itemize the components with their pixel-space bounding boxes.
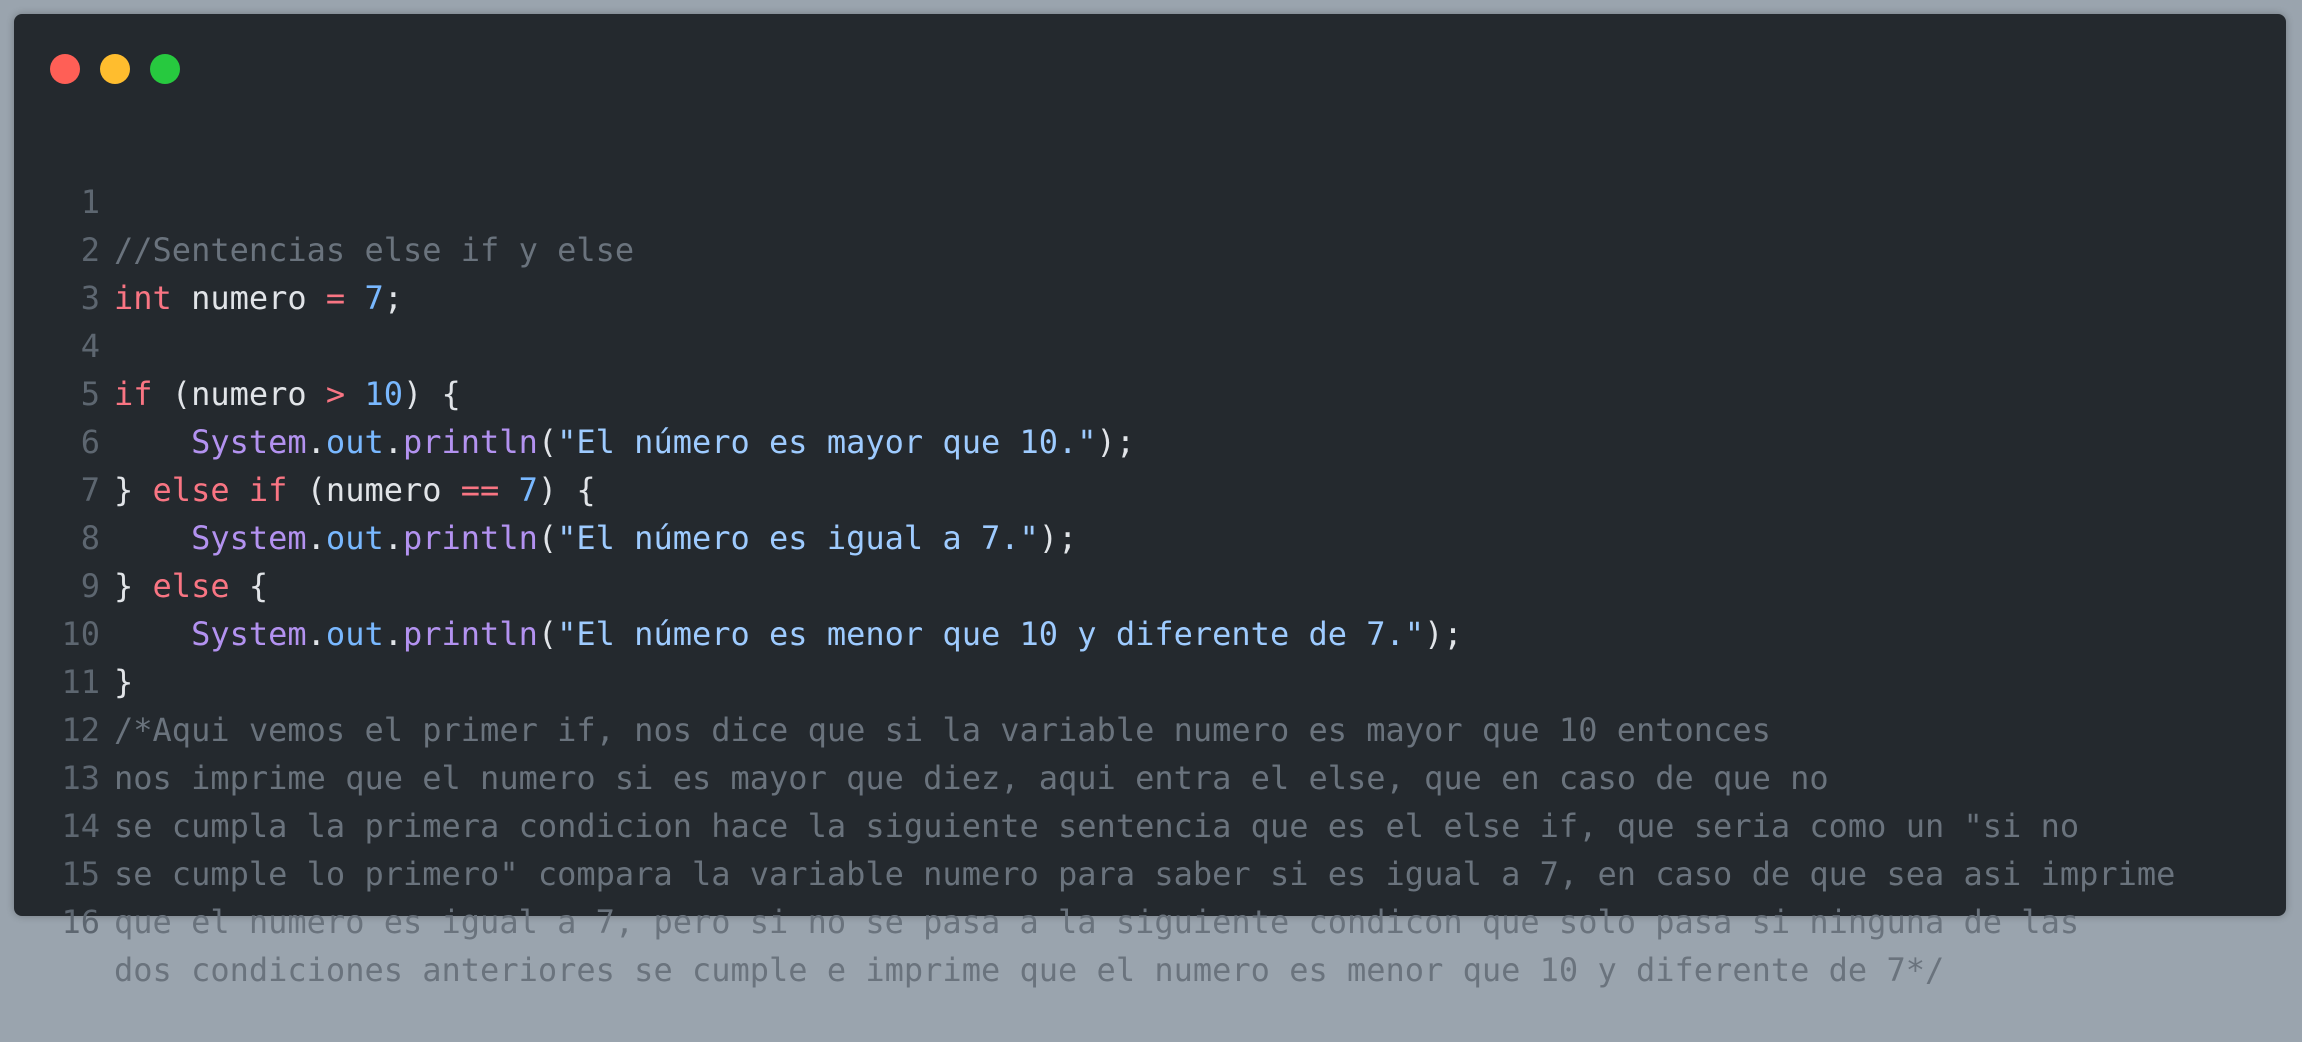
code-text: int numero = 7;: [114, 274, 403, 322]
string: "El número es menor que 10 y diferente d…: [557, 615, 1425, 653]
punctuation: {: [229, 567, 269, 605]
code-text: se cumple lo primero" compara la variabl…: [114, 850, 2175, 898]
punctuation: );: [1096, 423, 1136, 461]
code-line: 14 se cumple lo primero" compara la vari…: [14, 754, 2175, 893]
code-window: 1 //Sentencias else if y else 2 int nume…: [14, 14, 2286, 989]
code-line: 15 que el numero es igual a 7, pero si n…: [14, 802, 2079, 941]
identifier: (numero: [152, 375, 326, 413]
class-name: System: [191, 519, 307, 557]
string: "El número es igual a 7.": [557, 519, 1039, 557]
code-text: if (numero > 10) {: [114, 370, 461, 418]
close-button[interactable]: [50, 54, 80, 84]
code-line: 16 dos condiciones anteriores se cumple …: [14, 850, 1944, 989]
punctuation: .: [306, 615, 326, 653]
identifier: numero: [171, 279, 326, 317]
code-text: nos imprime que el numero si es mayor qu…: [114, 754, 1829, 802]
code-text: se cumpla la primera condicion hace la s…: [114, 802, 2079, 850]
keyword: if: [248, 471, 288, 509]
code-line: 2 int numero = 7;: [14, 178, 403, 317]
punctuation: ) {: [402, 375, 461, 413]
string: "El número es mayor que 10.": [557, 423, 1097, 461]
punctuation: .: [383, 519, 403, 557]
number: 7: [364, 279, 384, 317]
method: println: [402, 423, 538, 461]
code-line: 7 System.out.println("El número es igual…: [14, 418, 1078, 557]
punctuation: (: [537, 519, 558, 557]
punctuation: );: [1038, 519, 1078, 557]
punctuation: .: [383, 615, 403, 653]
keyword: else: [152, 567, 230, 605]
punctuation: ) {: [537, 471, 596, 509]
method: println: [402, 519, 538, 557]
comment: /*Aqui vemos el primer if, nos dice que …: [114, 711, 1771, 749]
operator: ==: [460, 471, 500, 509]
method: println: [402, 615, 538, 653]
punctuation: );: [1424, 615, 1463, 653]
field: out: [325, 615, 384, 653]
code-line: 11 /*Aqui vemos el primer if, nos dice q…: [14, 610, 1770, 749]
code-line: 6 } else if (numero == 7) {: [14, 370, 596, 509]
code-line: 12 nos imprime que el numero si es mayor…: [14, 658, 1828, 797]
code-line: 5 System.out.println("El número es mayor…: [14, 322, 1135, 461]
punctuation: .: [306, 519, 326, 557]
code-text: } else if (numero == 7) {: [114, 466, 596, 514]
code-block[interactable]: 1 //Sentencias else if y else 2 int nume…: [14, 130, 2175, 989]
code-text: dos condiciones anteriores se cumple e i…: [114, 946, 1944, 994]
comment: que el numero es igual a 7, pero si no s…: [114, 903, 2080, 941]
operator: >: [325, 375, 346, 413]
class-name: System: [191, 423, 307, 461]
punctuation: .: [306, 423, 326, 461]
identifier: (numero: [287, 471, 461, 509]
code-line: 8 } else {: [14, 466, 268, 605]
code-line: 9 System.out.println("El número es menor…: [14, 514, 1463, 653]
code-line: 3: [14, 226, 130, 317]
code-text: System.out.println("El número es igual a…: [114, 514, 1077, 562]
comment: nos imprime que el numero si es mayor qu…: [114, 759, 1829, 797]
minimize-button[interactable]: [100, 54, 130, 84]
comment: dos condiciones anteriores se cumple e i…: [114, 951, 1945, 989]
code-line: 13 se cumpla la primera condicion hace l…: [14, 706, 2079, 845]
number: 7: [518, 471, 538, 509]
comment: se cumple lo primero" compara la variabl…: [114, 855, 2176, 893]
punctuation: (: [537, 423, 558, 461]
code-text: System.out.println("El número es menor q…: [114, 610, 1463, 658]
code-text: //Sentencias else if y else: [114, 226, 634, 274]
operator: =: [325, 279, 346, 317]
field: out: [325, 423, 384, 461]
code-line: 4 if (numero > 10) {: [14, 274, 461, 413]
punctuation: ;: [383, 279, 403, 317]
punctuation: .: [383, 423, 403, 461]
comment: se cumpla la primera condicion hace la s…: [114, 807, 2080, 845]
code-line: 10 }: [14, 562, 133, 701]
keyword: else: [152, 471, 230, 509]
code-line: 1 //Sentencias else if y else: [14, 130, 634, 269]
line-number: 16: [61, 903, 100, 941]
comment: //Sentencias else if y else: [114, 231, 635, 269]
code-text: que el numero es igual a 7, pero si no s…: [114, 898, 2079, 946]
code-text: } else {: [114, 562, 268, 610]
field: out: [325, 519, 384, 557]
maximize-button[interactable]: [150, 54, 180, 84]
code-text: System.out.println("El número es mayor q…: [114, 418, 1135, 466]
class-name: System: [191, 615, 307, 653]
punctuation: (: [537, 615, 558, 653]
code-text: /*Aqui vemos el primer if, nos dice que …: [114, 706, 1771, 754]
number: 10: [364, 375, 403, 413]
